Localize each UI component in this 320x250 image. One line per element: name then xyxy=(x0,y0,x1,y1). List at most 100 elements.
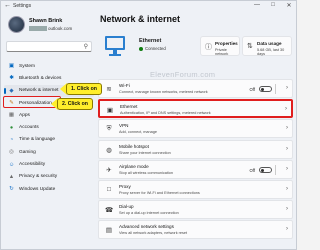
toggle-state-label: Off xyxy=(249,167,255,173)
sidebar-item-system[interactable]: ▣ System xyxy=(4,60,94,72)
row-title: Proxy xyxy=(119,183,131,189)
sidebar-item-icon: ◔ xyxy=(9,136,14,143)
properties-title: Properties xyxy=(215,41,238,46)
sidebar-item-label: Time & language xyxy=(19,137,56,143)
chevron-right-icon: › xyxy=(286,145,288,152)
settings-row-airplane-mode[interactable]: ✈ Airplane mode Stop all wireless communic… xyxy=(98,159,293,179)
search-input[interactable]: ⚲ xyxy=(6,41,92,52)
row-subtitle: View all network adapters, network reset xyxy=(119,231,188,236)
properties-card[interactable]: ⓘ Properties Private network xyxy=(200,36,240,56)
sidebar-item-icon: ✱ xyxy=(9,75,14,82)
sidebar-item-label: Bluetooth & devices xyxy=(19,75,62,81)
email-suffix: outlook.com xyxy=(48,26,73,31)
main-content: Network & internet Ethernet Connected ⓘ … xyxy=(98,12,296,249)
row-title: Dial-up xyxy=(119,204,134,210)
sidebar-item-gaming[interactable]: ◎ Gaming xyxy=(4,146,94,158)
chevron-right-icon: › xyxy=(285,106,287,113)
app-title: Settings xyxy=(13,3,32,9)
sidebar-item-icon: ▦ xyxy=(8,112,15,119)
sidebar-nav: ▣ System ✱ Bluetooth & devices ◆ Network & in… xyxy=(4,60,94,195)
watermark: ElevenForum.com xyxy=(150,70,216,79)
row-icon: ◍ xyxy=(106,146,112,154)
sidebar-item-icon: ☺ xyxy=(8,161,15,168)
toggle-state-label: Off xyxy=(249,87,255,92)
row-icon: ▤ xyxy=(105,227,113,235)
settings-row-vpn[interactable]: ⛨ VPN Add, connect, manage › xyxy=(98,119,293,139)
row-separator xyxy=(275,164,276,175)
info-icon: ⓘ xyxy=(205,44,212,51)
chevron-right-icon: › xyxy=(286,165,288,172)
settings-row-dial-up[interactable]: ☎ Dial-up Set up a dial-up internet connec… xyxy=(98,200,293,220)
row-title: Advanced network settings xyxy=(119,224,174,230)
window-controls: — □ ✕ xyxy=(253,2,293,9)
sidebar-item-icon: ◎ xyxy=(9,149,14,156)
settings-window: ← Settings — □ ✕ Shawn Brink outlook.com… xyxy=(0,0,297,250)
sidebar-item-label: Apps xyxy=(19,112,30,118)
callout-one: 1. Click on xyxy=(66,83,102,95)
user-email: outlook.com xyxy=(29,26,73,32)
sidebar-item-accessibility[interactable]: ☺ Accessibility xyxy=(4,158,94,170)
settings-row-mobile-hotspot[interactable]: ◍ Mobile hotspot Share your internet conne… xyxy=(98,139,293,159)
row-subtitle: Set up a dial-up internet connection xyxy=(119,211,179,216)
data-usage-icon: ⇅ xyxy=(247,43,253,50)
ethernet-status: Connected xyxy=(145,46,166,51)
row-title: Ethernet xyxy=(120,104,138,110)
row-icon: ✈ xyxy=(106,166,112,174)
user-name: Shawn Brink xyxy=(29,18,63,24)
chevron-right-icon: › xyxy=(286,206,288,213)
sidebar-item-windows-update[interactable]: ↻ Windows Update xyxy=(4,183,94,195)
row-title: Wi-Fi xyxy=(119,83,130,88)
row-title: VPN xyxy=(119,123,129,129)
sidebar-item-label: Privacy & security xyxy=(19,174,58,180)
row-title: Mobile hotspot xyxy=(119,143,149,149)
sidebar-item-label: Windows Update xyxy=(19,186,56,192)
row-icon: ≋ xyxy=(106,86,112,93)
avatar[interactable] xyxy=(8,16,25,33)
close-button[interactable]: ✕ xyxy=(285,2,293,9)
data-usage-title: Data usage xyxy=(257,41,282,46)
ethernet-summary: Ethernet Connected ⓘ Properties Private … xyxy=(98,34,292,64)
row-icon: ☎ xyxy=(105,207,114,215)
chevron-right-icon: › xyxy=(286,226,288,233)
search-icon: ⚲ xyxy=(83,44,88,50)
chevron-right-icon: › xyxy=(286,125,288,132)
row-separator xyxy=(275,84,276,94)
chevron-right-icon: › xyxy=(286,85,288,91)
sidebar-item-icon: ▲ xyxy=(8,173,15,180)
sidebar-item-accounts[interactable]: ● Accounts xyxy=(4,121,94,133)
title-bar: ← Settings — □ ✕ xyxy=(1,1,296,12)
row-subtitle: Stop all wireless communication xyxy=(119,170,174,175)
sidebar-item-time-language[interactable]: ◔ Time & language xyxy=(4,134,94,146)
settings-row-wi-fi[interactable]: ≋ Wi-Fi Connect, manage known networks, me… xyxy=(98,79,293,98)
row-subtitle: Connect, manage known networks, metered … xyxy=(119,90,208,94)
sidebar-item-label: Accessibility xyxy=(19,162,46,168)
ethernet-device-icon xyxy=(102,36,128,60)
row-subtitle: Proxy server for Wi-Fi and Ethernet conn… xyxy=(119,190,200,195)
settings-row-ethernet[interactable]: ▣ Ethernet Authentication, IP and DNS sett… xyxy=(98,99,293,119)
row-title: Airplane mode xyxy=(119,163,149,169)
sidebar-item-label: Accounts xyxy=(19,125,39,131)
row-subtitle: Share your internet connection xyxy=(119,150,171,155)
sidebar-item-privacy-security[interactable]: ▲ Privacy & security xyxy=(4,171,94,183)
sidebar-item-icon: ● xyxy=(9,124,14,131)
settings-row-proxy[interactable]: □ Proxy Proxy server for Wi-Fi and Etherne… xyxy=(98,179,293,199)
sidebar-item-apps[interactable]: ▦ Apps xyxy=(4,109,94,121)
sidebar-item-label: System xyxy=(19,63,35,69)
minimize-button[interactable]: — xyxy=(253,2,261,9)
sidebar-item-icon: ◆ xyxy=(9,87,14,94)
row-icon: □ xyxy=(107,185,111,193)
sidebar-item-label: Network & internet xyxy=(19,88,59,94)
data-usage-card[interactable]: ⇅ Data usage 5.68 GB, last 30 days xyxy=(242,36,292,56)
toggle-switch[interactable] xyxy=(259,166,272,173)
ethernet-name: Ethernet xyxy=(139,38,162,44)
sidebar-item-label: Gaming xyxy=(19,149,36,155)
data-usage-sub: 5.68 GB, last 30 days xyxy=(257,48,285,56)
row-icon: ⛨ xyxy=(106,125,112,133)
toggle-switch[interactable] xyxy=(259,86,272,92)
settings-row-advanced-network-settings[interactable]: ▤ Advanced network settings View all netwo… xyxy=(98,220,293,240)
row-subtitle: Add, connect, manage xyxy=(119,130,157,135)
sidebar-item-icon: ↻ xyxy=(9,186,14,193)
callout-two: 2. Click on xyxy=(57,98,93,110)
maximize-button[interactable]: □ xyxy=(269,2,277,9)
back-arrow-icon[interactable]: ← xyxy=(4,2,12,10)
